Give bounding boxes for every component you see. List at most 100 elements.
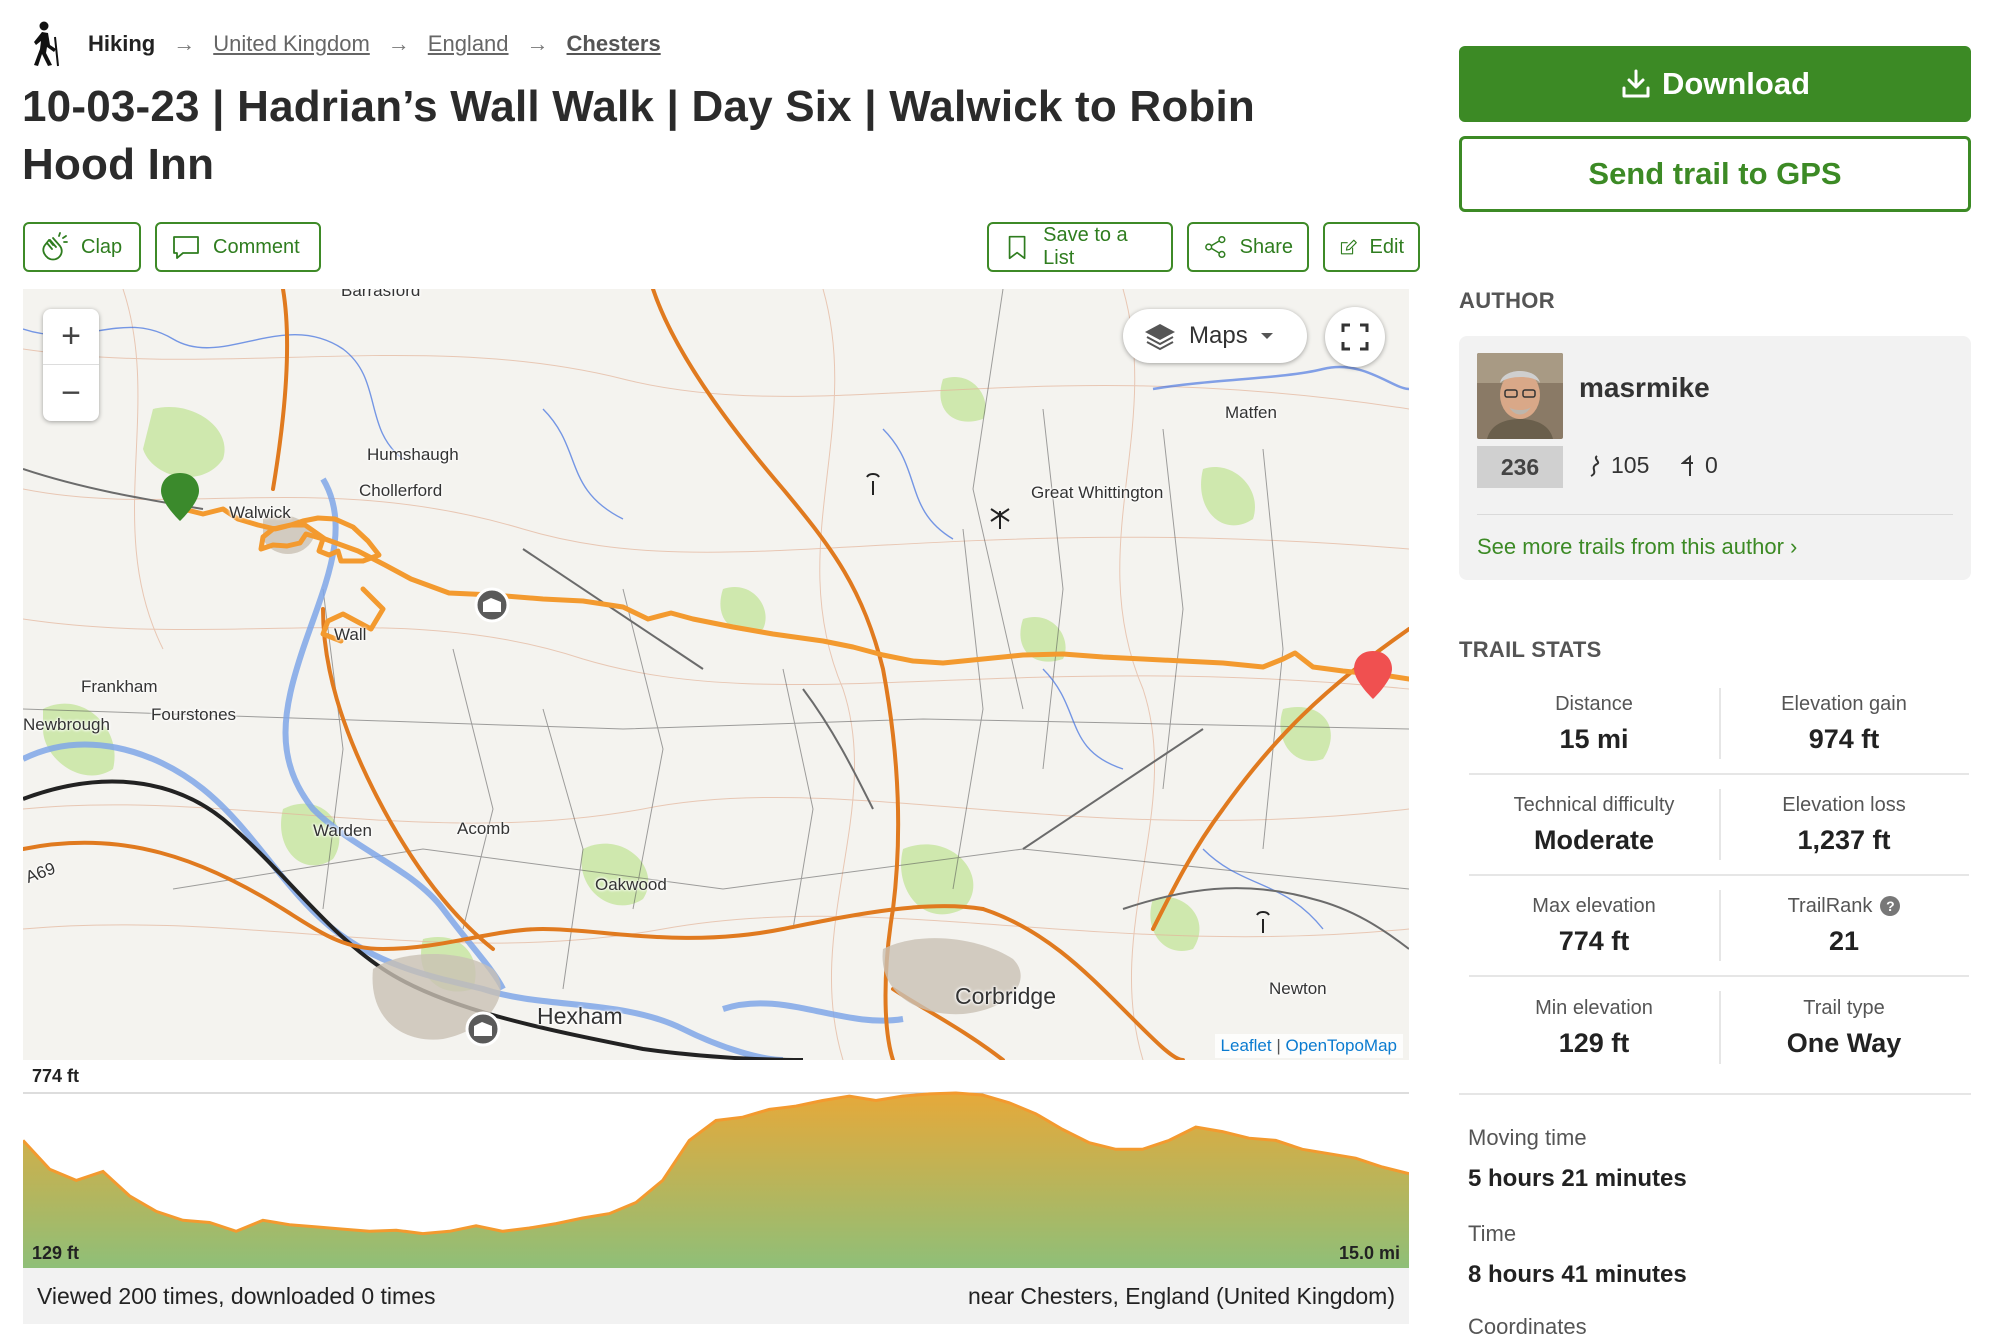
elevation-max-label: 774 ft (32, 1066, 80, 1086)
fullscreen-button[interactable] (1325, 307, 1385, 367)
stats-row: Distance 15 mi Elevation gain 974 ft (1469, 674, 1969, 775)
author-rank-badge: 236 (1477, 446, 1563, 488)
stat-trail-type: Trail type One Way (1719, 977, 1969, 1078)
map-place-label: Oakwood (595, 875, 667, 894)
trail-stats-heading: TRAIL STATS (1459, 637, 1602, 662)
author-divider (1477, 514, 1953, 515)
help-icon[interactable]: ? (1880, 896, 1901, 916)
stat-max-elevation: Max elevation 774 ft (1532, 894, 1656, 956)
trail-views-bar: Viewed 200 times, downloaded 0 times nea… (23, 1268, 1409, 1324)
zoom-control: + − (43, 309, 99, 421)
author-trails-count: 105 (1587, 452, 1649, 479)
stat-min-elevation: Min elevation 129 ft (1535, 996, 1653, 1058)
clap-icon (42, 232, 68, 261)
map-place-label: Wall (334, 625, 367, 644)
fullscreen-icon (1341, 323, 1369, 351)
poi-icon[interactable] (465, 1011, 501, 1047)
trail-icon (1590, 454, 1600, 477)
map-place-label: Corbridge (955, 983, 1056, 1009)
moving-time-label: Moving time (1468, 1125, 1587, 1150)
avatar[interactable] (1477, 353, 1563, 439)
author-name[interactable]: masrmike (1579, 372, 1710, 404)
breadcrumb-region[interactable]: England (428, 31, 509, 57)
map-place-label: Chollerford (359, 481, 443, 500)
elevation-min-label: 129 ft (32, 1243, 80, 1263)
page-title: 10-03-23 | Hadrian’s Wall Walk | Day Six… (22, 82, 1255, 189)
stats-row: Technical difficulty Moderate Elevation … (1469, 775, 1969, 876)
stats-row: Max elevation 774 ft TrailRank ? 21 (1469, 876, 1969, 977)
breadcrumb: Hiking → United Kingdom → England → Ches… (28, 20, 661, 68)
flag-icon (1681, 454, 1693, 476)
edit-button[interactable]: Edit (1323, 222, 1420, 272)
download-label: Download (1661, 66, 1811, 101)
author-followers-count: 0 (1681, 452, 1718, 479)
elevation-profile[interactable] (23, 1088, 1409, 1268)
zoom-out-button[interactable]: − (43, 365, 99, 421)
stat-trailrank: TrailRank ? 21 (1719, 876, 1969, 975)
leaflet-link[interactable]: Leaflet (1221, 1036, 1272, 1055)
share-button[interactable]: Share (1187, 222, 1309, 272)
breadcrumb-activity[interactable]: Hiking (88, 31, 155, 57)
download-button[interactable]: Download (1459, 46, 1971, 122)
download-icon (1622, 69, 1650, 98)
stat-elevation-loss: Elevation loss 1,237 ft (1719, 775, 1969, 874)
map-attribution: Leaflet | OpenTopoMap (1214, 1034, 1403, 1058)
share-icon (1205, 236, 1226, 258)
bookmark-icon (1008, 235, 1026, 260)
map-layers-label: Maps (1189, 322, 1248, 349)
moving-time-value: 5 hours 21 minutes (1468, 1165, 1687, 1192)
map-place-label: Newton (1269, 979, 1327, 998)
map-place-label: Barrasford (341, 289, 421, 300)
stat-elevation-gain: Elevation gain 974 ft (1719, 674, 1969, 773)
attribution-separator: | (1276, 1036, 1281, 1055)
comment-label: Comment (213, 235, 300, 258)
time-value: 8 hours 41 minutes (1468, 1261, 1687, 1288)
edit-icon (1340, 239, 1357, 255)
map-place-label: Warden (313, 821, 372, 840)
layers-icon (1145, 324, 1175, 351)
views-count: Viewed 200 times, downloaded 0 times (37, 1282, 436, 1309)
time-label: Time (1468, 1221, 1517, 1246)
map-tiles (23, 289, 1409, 1060)
breadcrumb-arrow-icon: → (387, 31, 410, 56)
opentopomap-link[interactable]: OpenTopoMap (1285, 1036, 1397, 1055)
share-label: Share (1239, 235, 1293, 258)
edit-label: Edit (1369, 235, 1404, 258)
send-to-gps-button[interactable]: Send trail to GPS (1459, 136, 1971, 212)
comment-button[interactable]: Comment (155, 222, 321, 272)
save-to-list-label: Save to a List (1043, 224, 1128, 269)
poi-icon[interactable] (474, 587, 510, 623)
map-place-label: Humshaugh (367, 445, 459, 464)
breadcrumb-arrow-icon: → (526, 31, 549, 56)
map-place-label: Acomb (457, 819, 510, 838)
coordinates-label: Coordinates (1468, 1314, 1587, 1339)
comment-icon (173, 236, 199, 259)
clap-label: Clap (81, 235, 123, 258)
zoom-in-button[interactable]: + (43, 309, 99, 365)
map-place-label: Fourstones (151, 705, 237, 724)
trail-location: near Chesters, England (United Kingdom) (967, 1282, 1395, 1309)
clap-button[interactable]: Clap (23, 222, 141, 272)
map-place-label: Newbrough (23, 715, 110, 734)
chevron-down-icon (1260, 333, 1273, 339)
elevation-distance-label: 15.0 mi (1338, 1243, 1400, 1263)
map-place-label: Matfen (1225, 403, 1277, 422)
trail-map[interactable]: Barrasford Humshaugh Chollerford Walwick… (23, 289, 1409, 1060)
stats-divider (1459, 1093, 1971, 1095)
stats-row: Min elevation 129 ft Trail type One Way (1469, 977, 1969, 1078)
breadcrumb-place[interactable]: Chesters (567, 31, 661, 57)
author-card: masrmike 236 105 0 See more trails from … (1459, 336, 1971, 580)
author-more-trails-link[interactable]: See more trails from this author › (1477, 534, 1797, 560)
stat-distance: Distance 15 mi (1555, 692, 1633, 754)
save-to-list-button[interactable]: Save to a List (987, 222, 1173, 272)
map-place-label: Walwick (229, 503, 291, 522)
map-place-label: Frankham (81, 677, 158, 696)
map-place-label: Great Whittington (1031, 483, 1164, 502)
breadcrumb-arrow-icon: → (173, 31, 196, 56)
breadcrumb-country[interactable]: United Kingdom (213, 31, 370, 57)
author-heading: AUTHOR (1459, 288, 1555, 313)
hiker-icon (34, 21, 59, 67)
trail-stats-grid: Distance 15 mi Elevation gain 974 ft Tec… (1469, 674, 1969, 1078)
map-layers-button[interactable]: Maps (1123, 309, 1307, 363)
map-place-label: Hexham (537, 1003, 623, 1029)
